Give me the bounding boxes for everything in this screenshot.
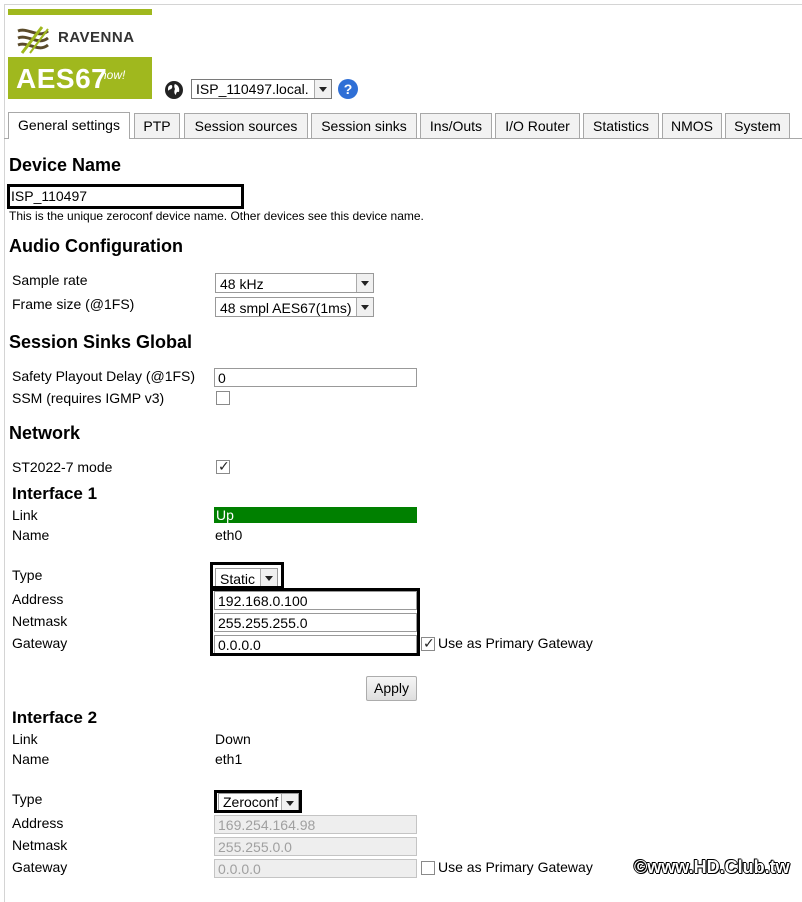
if2-netmask-label: Netmask bbox=[12, 837, 68, 853]
top-border bbox=[4, 4, 802, 5]
frame-size-label: Frame size (@1FS) bbox=[12, 296, 135, 312]
globe-icon bbox=[165, 81, 183, 99]
if1-primary-gateway-checkbox[interactable] bbox=[421, 635, 435, 652]
if1-ip-highlight bbox=[210, 588, 420, 656]
if1-primary-gateway-label: Use as Primary Gateway bbox=[438, 635, 593, 651]
if2-link-label: Link bbox=[12, 731, 38, 747]
chevron-down-icon bbox=[356, 298, 373, 316]
sample-rate-label: Sample rate bbox=[12, 272, 88, 288]
if2-type-label: Type bbox=[12, 791, 43, 807]
if1-name-value: eth0 bbox=[215, 527, 243, 543]
st2022-checkbox[interactable] bbox=[216, 458, 230, 475]
if1-address-label: Address bbox=[12, 591, 64, 607]
tab-system[interactable]: System bbox=[725, 113, 790, 138]
device-select-value: ISP_110497.local. bbox=[196, 81, 309, 97]
audio-config-heading: Audio Configuration bbox=[9, 236, 183, 256]
tab-statistics[interactable]: Statistics bbox=[583, 113, 659, 138]
apply-button[interactable]: Apply bbox=[366, 676, 417, 701]
sample-rate-select[interactable]: 48 kHz bbox=[215, 273, 374, 293]
help-icon[interactable]: ? bbox=[338, 79, 358, 99]
if2-name-value: eth1 bbox=[215, 751, 243, 767]
if2-primary-gateway-checkbox[interactable] bbox=[421, 861, 435, 875]
tab-nmos[interactable]: NMOS bbox=[662, 113, 722, 138]
st2022-label: ST2022-7 mode bbox=[12, 459, 113, 475]
if1-name-label: Name bbox=[12, 527, 50, 543]
frame-size-select[interactable]: 48 smpl AES67(1ms) bbox=[215, 297, 374, 317]
playout-delay-label: Safety Playout Delay (@1FS) bbox=[12, 368, 196, 384]
product-tagline: now! bbox=[100, 68, 126, 82]
tab-session-sources[interactable]: Session sources bbox=[184, 113, 308, 138]
if1-gateway-label: Gateway bbox=[12, 635, 68, 651]
if2-address-input[interactable]: 169.254.164.98 bbox=[214, 815, 417, 834]
if2-type-highlight bbox=[214, 790, 302, 813]
tab-general-settings[interactable]: General settings bbox=[8, 112, 130, 139]
interface2-heading: Interface 2 bbox=[12, 708, 98, 727]
ssm-checkbox[interactable] bbox=[216, 391, 230, 405]
if2-gateway-input[interactable]: 0.0.0.0 bbox=[214, 859, 417, 878]
if1-link-status: Up bbox=[214, 507, 417, 523]
if2-gateway-label: Gateway bbox=[12, 859, 68, 875]
if2-primary-gateway-label: Use as Primary Gateway bbox=[438, 859, 593, 875]
tab-io-router[interactable]: I/O Router bbox=[495, 113, 580, 138]
playout-delay-input[interactable]: 0 bbox=[214, 368, 417, 387]
tab-ptp[interactable]: PTP bbox=[134, 113, 180, 138]
if2-address-label: Address bbox=[12, 815, 64, 831]
if2-netmask-input[interactable]: 255.255.0.0 bbox=[214, 837, 417, 856]
if1-type-highlight bbox=[210, 562, 284, 589]
device-name-heading: Device Name bbox=[9, 155, 122, 175]
ssm-label: SSM (requires IGMP v3) bbox=[12, 390, 165, 406]
tab-session-sinks[interactable]: Session sinks bbox=[311, 113, 417, 138]
if1-type-label: Type bbox=[12, 567, 43, 583]
device-select[interactable]: ISP_110497.local. bbox=[191, 79, 332, 99]
product-name: AES67 bbox=[16, 63, 108, 94]
if2-link-status: Down bbox=[215, 731, 251, 747]
interface1-heading: Interface 1 bbox=[12, 484, 98, 503]
if2-name-label: Name bbox=[12, 751, 50, 767]
chevron-down-icon bbox=[356, 274, 373, 292]
network-heading: Network bbox=[9, 423, 81, 443]
device-name-highlight bbox=[7, 184, 244, 209]
if1-link-label: Link bbox=[12, 507, 38, 523]
chevron-down-icon bbox=[314, 80, 331, 98]
ravenna-logo-icon bbox=[17, 26, 49, 54]
session-sinks-heading: Session Sinks Global bbox=[9, 332, 193, 352]
watermark: ©www.HD.Club.tw bbox=[634, 857, 790, 877]
if1-netmask-label: Netmask bbox=[12, 613, 68, 629]
brand-name: RAVENNA bbox=[58, 29, 135, 46]
device-name-hint: This is the unique zeroconf device name.… bbox=[9, 209, 424, 223]
tab-ins-outs[interactable]: Ins/Outs bbox=[420, 113, 492, 138]
ravenna-aes67-logo: RAVENNA AES67 now! bbox=[8, 9, 152, 99]
